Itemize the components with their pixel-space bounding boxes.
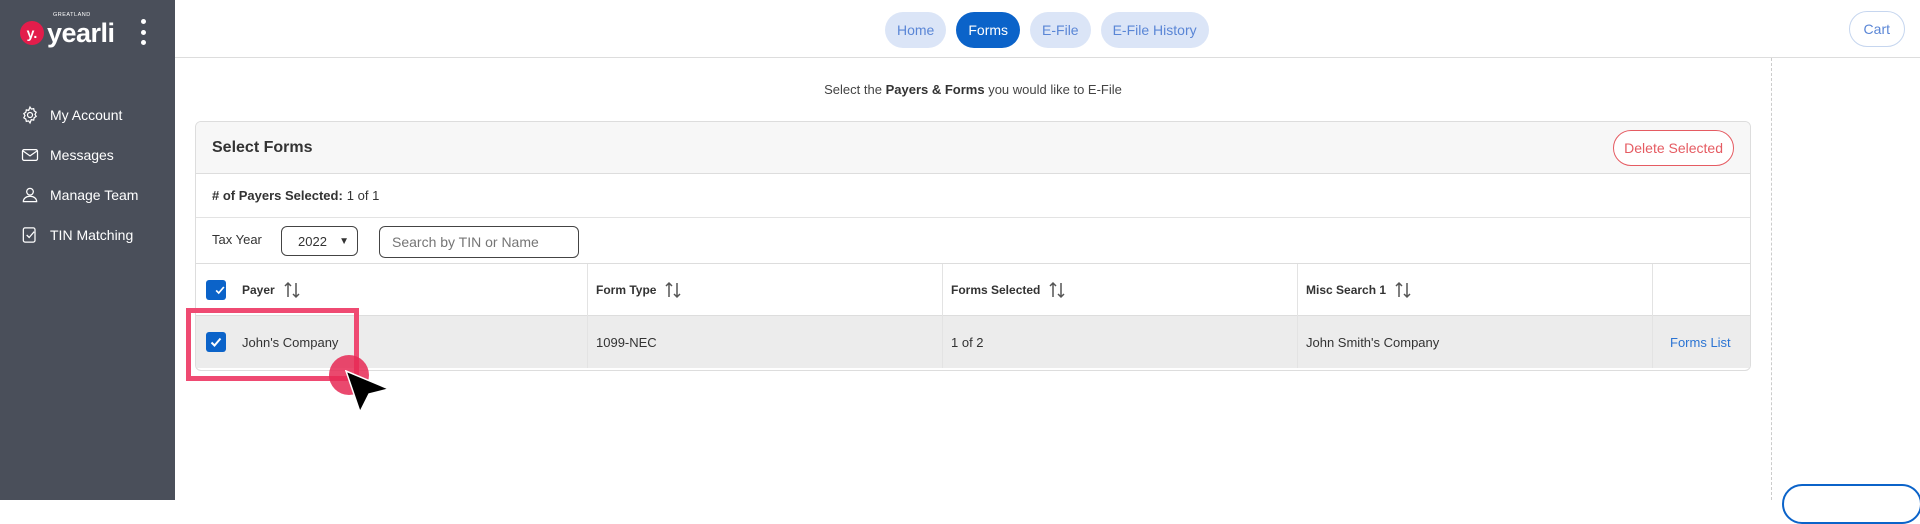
top-bar: Home Forms E-File E-File History Cart bbox=[175, 0, 1920, 58]
user-icon bbox=[22, 187, 38, 203]
floating-action-button[interactable] bbox=[1782, 484, 1920, 524]
table-row[interactable]: John's Company 1099-NEC 1 of 2 John Smit… bbox=[196, 316, 1750, 368]
column-label: Form Type bbox=[596, 283, 657, 297]
logo-badge: y. bbox=[20, 21, 44, 45]
gear-icon bbox=[23, 105, 37, 125]
instruction-text: Select the Payers & Forms you would like… bbox=[195, 82, 1751, 97]
sidebar-item-label: Manage Team bbox=[50, 187, 139, 203]
check-doc-icon bbox=[22, 227, 36, 243]
payers-selected-label: # of Payers Selected: bbox=[212, 188, 343, 203]
tax-year-label: Tax Year bbox=[212, 232, 262, 247]
sidebar: y. GREATLAND yearli My Account Messages bbox=[0, 0, 175, 500]
column-header-misc-search-1[interactable]: Misc Search 1 bbox=[1298, 264, 1653, 316]
table-header: Payer Form Type Forms Selected Misc Sear… bbox=[196, 264, 1750, 316]
sort-icon[interactable] bbox=[1048, 281, 1066, 299]
delete-selected-button[interactable]: Delete Selected bbox=[1613, 130, 1734, 166]
tab-e-file[interactable]: E-File bbox=[1030, 12, 1091, 48]
payers-selected-row: # of Payers Selected: 1 of 1 bbox=[196, 174, 1750, 218]
main-tabs: Home Forms E-File E-File History bbox=[885, 12, 1209, 48]
mouse-cursor-icon bbox=[345, 370, 392, 414]
logo-subtitle: GREATLAND bbox=[53, 11, 91, 18]
sidebar-item-label: Messages bbox=[50, 147, 114, 163]
card-title: Select Forms bbox=[212, 139, 313, 156]
filter-row: Tax Year 2022 ▼ bbox=[196, 218, 1750, 264]
checkmark-icon bbox=[215, 286, 225, 295]
tax-year-select[interactable]: 2022 ▼ bbox=[281, 226, 358, 256]
tab-e-file-history[interactable]: E-File History bbox=[1100, 12, 1209, 48]
instruction-prefix: Select the bbox=[824, 82, 886, 97]
right-panel bbox=[1771, 58, 1920, 500]
kebab-menu-icon[interactable] bbox=[134, 17, 152, 47]
sidebar-item-tin-matching[interactable]: TIN Matching bbox=[0, 215, 175, 255]
cell-forms-selected: 1 of 2 bbox=[943, 316, 1298, 368]
envelope-icon bbox=[21, 148, 39, 162]
sidebar-item-messages[interactable]: Messages bbox=[0, 135, 175, 175]
column-header-form-type[interactable]: Form Type bbox=[588, 264, 943, 316]
forms-list-link[interactable]: Forms List bbox=[1670, 335, 1731, 350]
search-input[interactable] bbox=[379, 226, 579, 258]
cell-form-type: 1099-NEC bbox=[588, 316, 943, 368]
cell-misc-search-1: John Smith's Company bbox=[1298, 316, 1653, 368]
tab-forms[interactable]: Forms bbox=[956, 12, 1021, 48]
sidebar-item-label: TIN Matching bbox=[50, 227, 134, 243]
chevron-down-icon: ▼ bbox=[339, 236, 349, 247]
sort-icon[interactable] bbox=[664, 281, 682, 299]
sidebar-nav: My Account Messages Manage Team TIN Matc… bbox=[0, 95, 175, 255]
column-header-actions bbox=[1653, 264, 1750, 316]
cart-button[interactable]: Cart bbox=[1848, 11, 1905, 47]
yearli-logo[interactable]: y. GREATLAND yearli bbox=[20, 12, 115, 50]
payers-selected-value: 1 of 1 bbox=[346, 188, 380, 203]
sidebar-item-label: My Account bbox=[50, 107, 123, 123]
sort-icon[interactable] bbox=[283, 281, 301, 299]
card-header: Select Forms Delete Selected bbox=[196, 122, 1750, 174]
logo-text: GREATLAND yearli bbox=[47, 12, 115, 48]
column-header-forms-selected[interactable]: Forms Selected bbox=[943, 264, 1298, 316]
select-all-checkbox[interactable] bbox=[206, 280, 226, 300]
column-label: Forms Selected bbox=[951, 283, 1041, 297]
tab-home[interactable]: Home bbox=[885, 12, 947, 48]
logo-wordmark: yearli bbox=[47, 17, 115, 48]
tax-year-value: 2022 bbox=[298, 233, 327, 249]
sort-icon[interactable] bbox=[1394, 281, 1412, 299]
cell-actions: Forms List bbox=[1653, 316, 1750, 368]
sidebar-item-my-account[interactable]: My Account bbox=[0, 95, 175, 135]
instruction-bold: Payers & Forms bbox=[885, 82, 985, 97]
column-label: Payer bbox=[242, 283, 275, 297]
column-label: Misc Search 1 bbox=[1306, 283, 1387, 297]
select-forms-card: Select Forms Delete Selected # of Payers… bbox=[195, 121, 1751, 371]
sidebar-item-manage-team[interactable]: Manage Team bbox=[0, 175, 175, 215]
instruction-suffix: you would like to E-File bbox=[984, 82, 1122, 97]
